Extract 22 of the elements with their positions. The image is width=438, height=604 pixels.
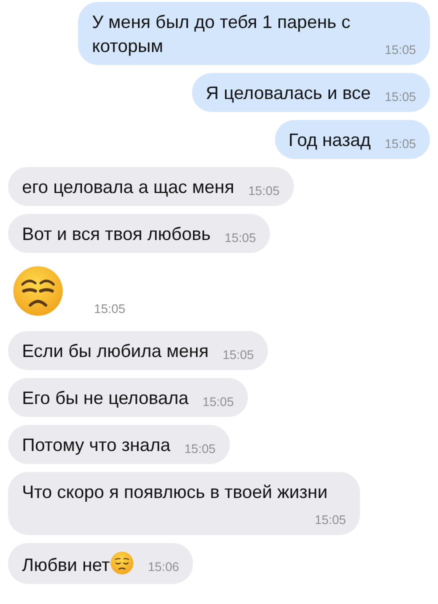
message-text: его целовала а щас меня bbox=[22, 177, 234, 197]
message-text: Вот и вся твоя любовь bbox=[22, 224, 211, 244]
message-time: 15:05 bbox=[248, 183, 280, 199]
message-text: Что скоро я появлюсь в твоей жизни bbox=[22, 482, 328, 502]
pensive-face-icon bbox=[110, 551, 134, 575]
message-text: У меня был до тебя 1 парень с которым bbox=[92, 12, 350, 56]
message-time: 15:05 bbox=[94, 301, 126, 317]
message-time: 15:05 bbox=[384, 42, 416, 58]
message-time: 15:05 bbox=[384, 136, 416, 152]
message-time: 15:06 bbox=[148, 559, 180, 575]
message-time: 15:05 bbox=[314, 512, 346, 528]
message-time: 15:05 bbox=[184, 441, 216, 457]
message-text: Я целовалась и все bbox=[206, 83, 371, 103]
message-text: Любви нет bbox=[22, 555, 110, 575]
message-time: 15:05 bbox=[224, 230, 256, 246]
message-time: 15:05 bbox=[222, 347, 254, 363]
message-time: 15:05 bbox=[202, 394, 234, 410]
message-time: 15:05 bbox=[384, 89, 416, 105]
message-text: Потому что знала bbox=[22, 435, 170, 455]
message-text: Его бы не целовала bbox=[22, 388, 189, 408]
message-text: Если бы любила меня bbox=[22, 341, 209, 361]
message-text: Год назад bbox=[288, 130, 371, 150]
